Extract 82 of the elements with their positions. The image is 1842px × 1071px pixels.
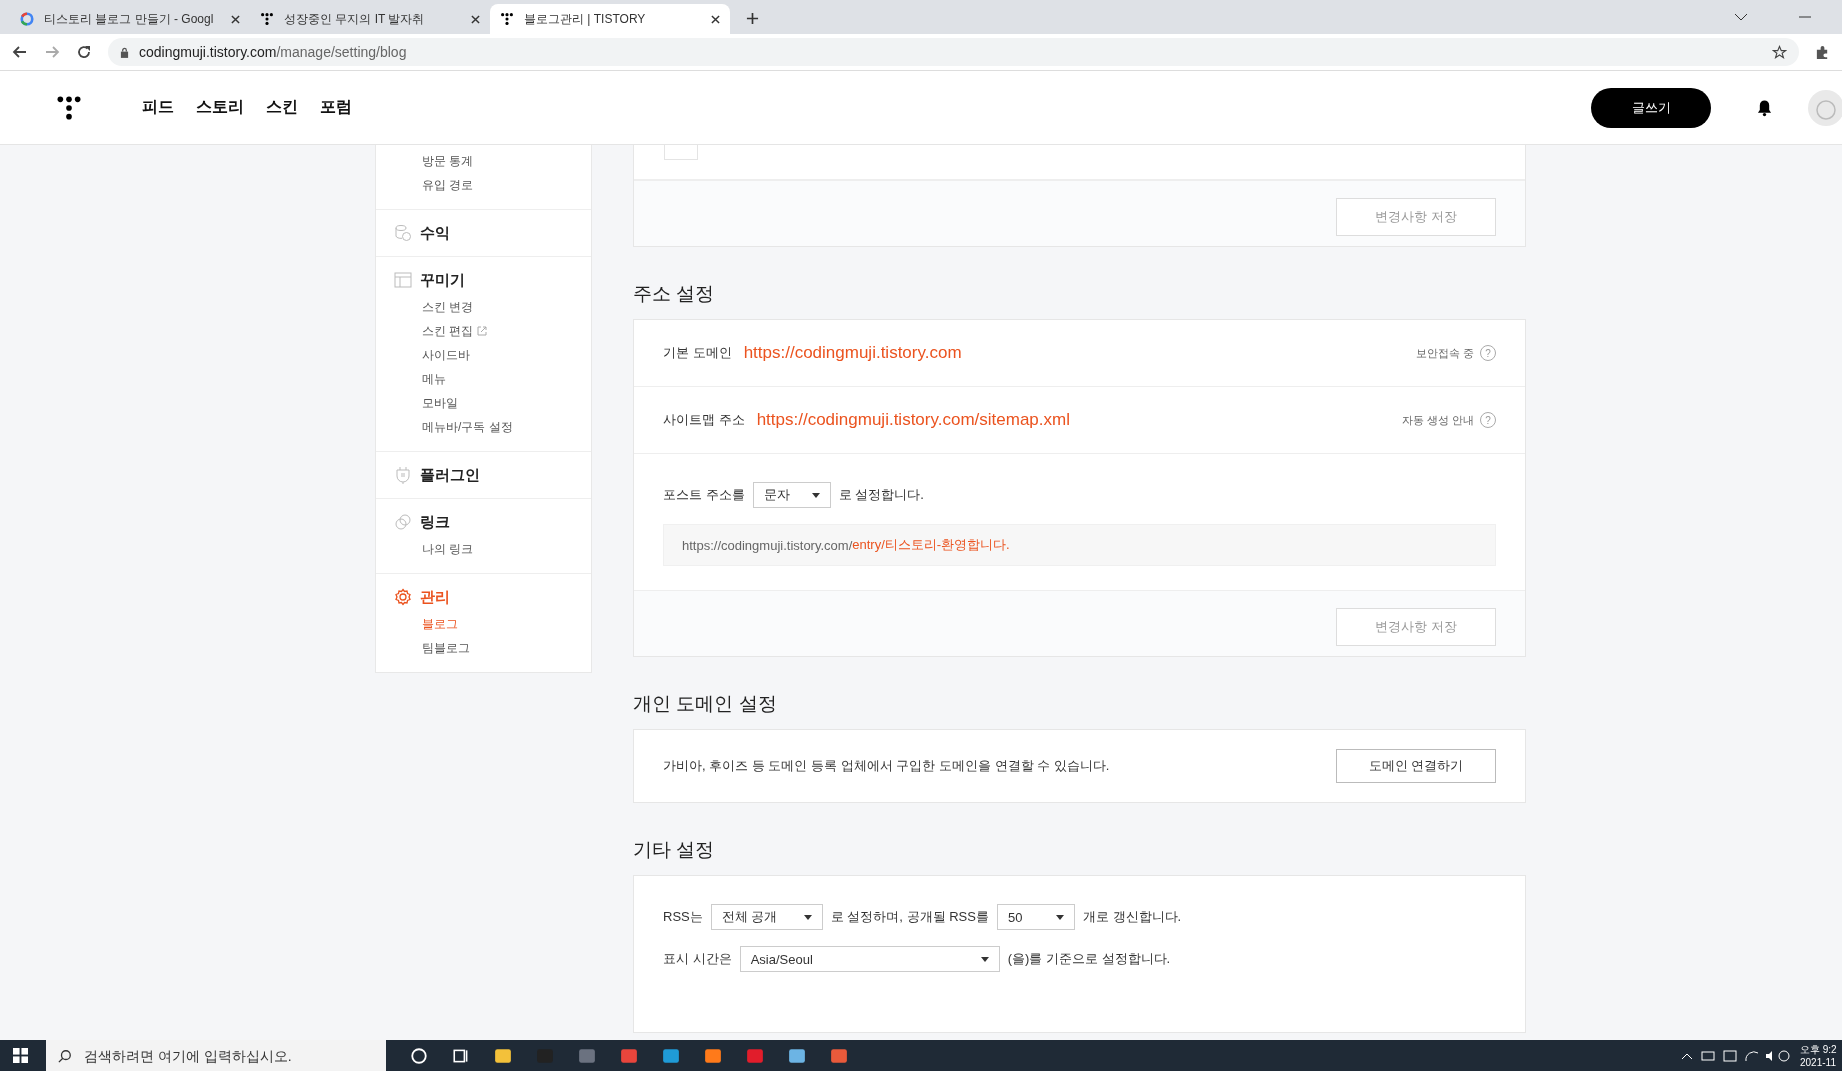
tray-icons-drawing[interactable] <box>1680 1048 1790 1063</box>
chevron-down-icon[interactable] <box>1734 13 1748 21</box>
caret-icon <box>1055 914 1064 920</box>
clock-date[interactable]: 2021-11 <box>1800 1055 1842 1069</box>
select-field[interactable]: 50 <box>996 904 1075 930</box>
circle-icon[interactable] <box>410 1046 428 1065</box>
sidebar-item[interactable]: 스킨 변경 <box>422 298 474 316</box>
field-label: 로 설정합니다. <box>838 486 924 504</box>
select-field[interactable]: Asia/Seoul <box>739 946 1000 972</box>
sidebar-item[interactable]: 사이드바 <box>422 346 470 364</box>
sidebar-item[interactable]: 나의 링크 <box>422 540 474 558</box>
close-icon[interactable] <box>471 14 480 24</box>
select-field[interactable]: 전체 공개 <box>710 904 823 930</box>
nav-link[interactable]: 스토리 <box>196 97 244 118</box>
sidebar-category[interactable]: 수익 <box>420 223 450 243</box>
sidebar-item[interactable]: 메뉴 <box>422 370 446 388</box>
domain-link[interactable]: https://codingmuji.tistory.com/sitemap.xml <box>756 410 1070 430</box>
sidebar-item[interactable]: 팀블로그 <box>422 639 470 657</box>
link-icon <box>394 513 412 531</box>
plug-icon <box>394 466 412 484</box>
browser-tab[interactable]: 블로그관리 | TISTORY <box>490 4 730 34</box>
connect-domain-button[interactable]: 도메인 연결하기 <box>1336 749 1496 783</box>
windows-logo-icon[interactable] <box>13 1048 28 1063</box>
new-tab-icon[interactable] <box>746 12 759 25</box>
browser-tab[interactable]: 티스토리 블로그 만들기 - Googl <box>10 4 250 34</box>
search-input[interactable]: 검색하려면 여기에 입력하십시오. <box>82 1046 386 1065</box>
section-title: 주소 설정 <box>633 282 716 306</box>
note-text: 자동 생성 안내 <box>1401 412 1474 428</box>
url-text: codingmuji.tistory.com/manage/setting/blog <box>139 44 407 60</box>
field-label: 표시 시간은 <box>663 950 732 968</box>
star-icon[interactable] <box>1772 44 1787 60</box>
section-title: 개인 도메인 설정 <box>633 692 778 716</box>
search-field[interactable]: 검색하려면 여기에 입력하십시오. <box>46 1040 386 1071</box>
dots-logo-icon[interactable] <box>56 94 82 121</box>
field-label: (을)를 기준으로 설정합니다. <box>1007 950 1171 968</box>
sidebar-item[interactable]: 블로그 <box>422 615 458 633</box>
caret-icon <box>811 492 820 498</box>
google-icon <box>20 12 34 26</box>
coins-icon <box>394 224 412 242</box>
dots-logo-icon <box>260 12 274 26</box>
field-label: 개로 갱신합니다. <box>1082 908 1182 926</box>
back-icon[interactable] <box>12 44 28 60</box>
nav-link[interactable]: 피드 <box>142 97 174 118</box>
caret-icon <box>803 914 812 920</box>
field-label: 로 설정하며, 공개될 RSS를 <box>830 908 989 926</box>
lock-icon <box>120 46 129 58</box>
write-button[interactable]: 글쓰기 <box>1591 87 1711 128</box>
description-text: 가비아, 후이즈 등 도메인 등록 업체에서 구입한 도메인을 연결할 수 있습니다. <box>663 757 1110 775</box>
sidebar-category[interactable]: 꾸미기 <box>420 270 465 290</box>
layout-icon <box>394 271 412 289</box>
close-icon[interactable] <box>231 14 240 24</box>
field-label: 사이트맵 주소 <box>663 411 745 429</box>
sidebar-category[interactable]: 플러그인 <box>420 465 480 485</box>
nav-link[interactable]: 스킨 <box>266 97 298 118</box>
bell-icon[interactable] <box>1757 98 1772 117</box>
minimize-icon[interactable] <box>1798 13 1812 21</box>
sidebar-item[interactable]: 스킨 편집 <box>422 322 474 340</box>
sidebar-category[interactable]: 관리 <box>420 587 450 607</box>
field-label: 포스트 주소를 <box>663 486 745 504</box>
caret-icon <box>980 956 989 962</box>
sidebar-item[interactable]: 메뉴바/구독 설정 <box>422 418 513 436</box>
select-field[interactable]: 문자 <box>752 482 831 508</box>
dots-logo-icon <box>500 12 514 26</box>
sidebar-item[interactable]: 방문 통계 <box>422 152 474 170</box>
note-text: 보안접속 중 <box>1415 345 1474 361</box>
sidebar-category[interactable]: 링크 <box>420 512 450 532</box>
sidebar-item[interactable]: 모바일 <box>422 394 458 412</box>
nav-link[interactable]: 포럼 <box>320 97 352 118</box>
browser-tab[interactable]: 성장중인 무지의 IT 발자취 <box>250 4 490 34</box>
settings-icon <box>394 588 412 606</box>
url-preview: https://codingmuji.tistory.com/entry/티스토리-환영합니다. <box>663 524 1496 566</box>
field-label: 기본 도메인 <box>663 344 732 362</box>
sidebar-item[interactable]: 유입 경로 <box>422 176 474 194</box>
section-title: 기타 설정 <box>633 838 716 862</box>
search-icon <box>58 1048 72 1063</box>
clock-time[interactable]: 오후 9:2 <box>1800 1042 1842 1056</box>
address-bar[interactable]: codingmuji.tistory.com/manage/setting/blog <box>108 38 1799 66</box>
field-label: RSS는 <box>663 908 703 926</box>
puzzle-icon[interactable] <box>1815 44 1830 60</box>
domain-link[interactable]: https://codingmuji.tistory.com <box>743 343 962 363</box>
close-icon[interactable] <box>711 14 720 24</box>
reload-icon[interactable] <box>76 44 92 60</box>
